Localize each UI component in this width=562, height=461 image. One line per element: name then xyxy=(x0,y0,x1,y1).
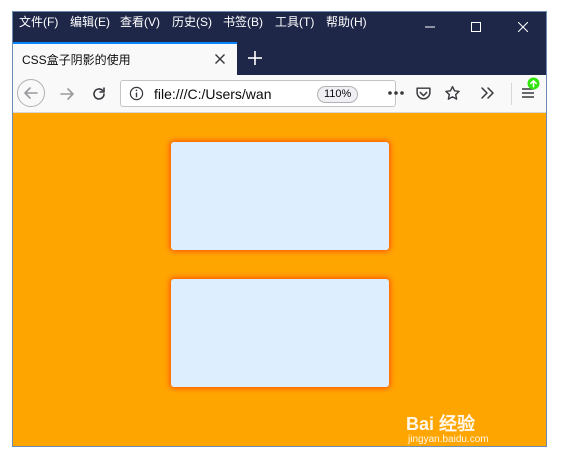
forward-button[interactable] xyxy=(53,80,81,108)
toolbar-separator xyxy=(511,83,512,105)
more-horizontal-icon xyxy=(388,91,404,95)
bookmark-star-button[interactable] xyxy=(442,83,462,103)
close-window-button[interactable] xyxy=(500,12,546,42)
update-badge-icon xyxy=(527,77,540,95)
menu-edit[interactable]: 编辑(E) xyxy=(70,14,110,30)
pocket-button[interactable] xyxy=(413,83,433,103)
menu-bar: 文件(F) 编辑(E) 查看(V) 历史(S) 书签(B) 工具(T) 帮助(H… xyxy=(13,12,546,42)
minimize-icon xyxy=(425,26,435,28)
back-button[interactable] xyxy=(17,79,45,107)
maximize-button[interactable] xyxy=(453,12,499,42)
new-tab-button[interactable] xyxy=(243,46,267,70)
tab-strip: CSS盒子阴影的使用 xyxy=(13,42,546,75)
reload-icon xyxy=(93,87,105,100)
overflow-menu-button[interactable] xyxy=(477,83,497,103)
address-bar[interactable]: file:///C:/Users/wan 110% xyxy=(120,80,396,107)
close-icon xyxy=(215,54,225,64)
menu-history[interactable]: 历史(S) xyxy=(172,14,212,30)
arrow-right-icon xyxy=(60,88,74,100)
info-icon[interactable] xyxy=(129,86,144,106)
zoom-level-badge[interactable]: 110% xyxy=(317,86,359,103)
tab-close-button[interactable] xyxy=(211,50,229,68)
shadow-box xyxy=(171,142,389,250)
shadow-box xyxy=(171,279,389,387)
close-icon xyxy=(518,22,528,32)
tab-title: CSS盒子阴影的使用 xyxy=(22,53,131,67)
watermark-domain: jingyan.baidu.com xyxy=(408,434,489,445)
navigation-toolbar: file:///C:/Users/wan 110% xyxy=(13,75,546,113)
browser-window: 文件(F) 编辑(E) 查看(V) 历史(S) 书签(B) 工具(T) 帮助(H… xyxy=(12,11,547,447)
page-actions-button[interactable] xyxy=(386,83,406,103)
url-text[interactable]: file:///C:/Users/wan xyxy=(154,87,284,102)
tab-active[interactable]: CSS盒子阴影的使用 xyxy=(13,42,237,75)
menu-help[interactable]: 帮助(H) xyxy=(326,14,367,30)
arrow-left-icon xyxy=(24,87,38,99)
plus-icon xyxy=(248,51,262,65)
watermark-logo: Bai 经验 xyxy=(406,414,476,434)
menu-view[interactable]: 查看(V) xyxy=(120,14,160,30)
minimize-button[interactable] xyxy=(407,12,453,42)
baidu-jingyan-watermark: Bai 经验 jingyan.baidu.com xyxy=(406,410,546,446)
pocket-icon xyxy=(415,86,431,100)
menu-file[interactable]: 文件(F) xyxy=(19,14,58,30)
menu-tools[interactable]: 工具(T) xyxy=(275,14,314,30)
page-content: Bai 经验 jingyan.baidu.com xyxy=(13,113,546,446)
reload-button[interactable] xyxy=(85,80,113,108)
chevrons-right-icon xyxy=(481,87,494,99)
menu-bookmarks[interactable]: 书签(B) xyxy=(223,14,263,30)
maximize-icon xyxy=(471,22,481,32)
star-icon xyxy=(444,85,460,100)
